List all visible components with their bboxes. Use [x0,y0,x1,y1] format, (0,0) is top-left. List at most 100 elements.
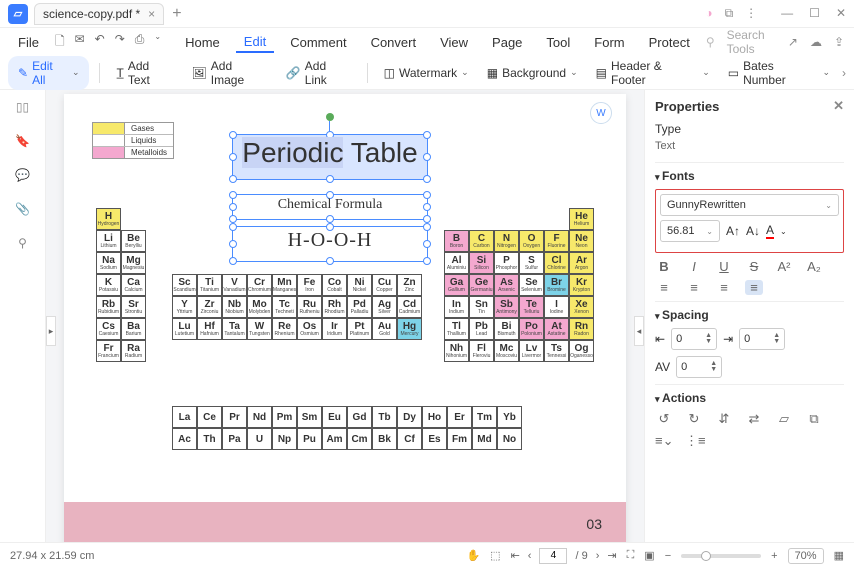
background-button[interactable]: ▦Background⌄ [481,63,584,83]
cloud-icon[interactable]: ☁ [810,35,822,49]
undo-icon[interactable]: ↶ [95,32,105,53]
resize-handle[interactable] [326,175,334,183]
zoom-slider[interactable] [681,554,761,558]
view-mode-icon[interactable]: ▦ [834,549,844,562]
maximize-icon[interactable]: ☐ [809,6,820,21]
menu-home[interactable]: Home [177,33,228,52]
menu-protect[interactable]: Protect [641,33,698,52]
add-image-button[interactable]: 🖼Add Image [186,56,274,90]
notify-icon[interactable]: ⧉ [725,6,734,21]
char-spacing-input[interactable]: 0▲▼ [676,356,722,378]
rotate-left-icon[interactable]: ↺ [655,411,673,427]
canvas[interactable]: ▸ ◂ W Gases Liquids Metalloids Periodic … [46,90,644,542]
close-tab-icon[interactable]: × [148,7,155,21]
share-icon[interactable]: ⇪ [834,35,844,49]
account-badge-icon[interactable]: ◑ [705,6,712,21]
slider-thumb[interactable] [701,551,711,561]
text-selection-subtitle[interactable]: Chemical Formula [232,194,428,220]
bold-button[interactable]: B [655,259,673,274]
shrink-font-icon[interactable]: A↓ [746,224,760,238]
crop-icon[interactable]: ▱ [775,411,793,427]
page[interactable]: W Gases Liquids Metalloids Periodic Tabl… [64,94,626,542]
rotate-handle[interactable] [326,113,334,121]
zoom-in-icon[interactable]: + [771,550,777,562]
attachment-icon[interactable]: 📎 [15,202,30,216]
flip-h-icon[interactable]: ⇄ [745,411,763,427]
edit-all-button[interactable]: ✎ Edit All ⌄ [8,56,89,90]
hand-tool-icon[interactable]: ✋ [466,549,480,562]
fonts-section[interactable]: Fonts [655,169,844,183]
new-tab-button[interactable]: + [172,5,181,23]
float-word-icon[interactable]: W [590,102,612,124]
menu-file[interactable]: File [10,33,47,52]
search-tools-input[interactable]: Search Tools [727,28,776,56]
search-panel-icon[interactable]: ⚲ [18,236,27,250]
spacing-right-input[interactable]: 0▲▼ [739,328,785,350]
menu-view[interactable]: View [432,33,476,52]
qat-chev-icon[interactable]: ⌄ [154,32,161,53]
align-left-button[interactable]: ≡ [655,280,673,295]
header-footer-button[interactable]: ▤Header & Footer⌄ [590,56,716,90]
add-link-button[interactable]: 🔗Add Link [280,56,357,90]
bates-number-button[interactable]: ▭Bates Number⌄ [722,56,836,90]
menu-comment[interactable]: Comment [282,33,354,52]
font-family-select[interactable]: GunnyRewritten⌄ [660,194,839,216]
replace-icon[interactable]: ⧉ [805,411,823,427]
mail-icon[interactable]: ✉ [75,32,85,53]
expand-left-icon[interactable]: ▸ [46,316,56,346]
last-page-icon[interactable]: ⇥ [607,549,616,562]
actions-section[interactable]: Actions [655,391,844,405]
underline-button[interactable]: U [715,259,733,274]
align-center-button[interactable]: ≡ [685,280,703,295]
resize-handle[interactable] [229,175,237,183]
redo-icon[interactable]: ↷ [115,32,125,53]
menu-edit[interactable]: Edit [236,32,274,53]
kebab-icon[interactable]: ⋮ [745,6,757,21]
font-color-icon[interactable]: A [766,223,774,239]
flip-v-icon[interactable]: ⇵ [715,411,733,427]
zoom-value[interactable]: 70% [788,548,824,564]
bookmark-icon[interactable]: 🔖 [15,134,30,148]
close-panel-icon[interactable]: ✕ [833,98,844,114]
line-spacing-icon[interactable]: ≡⌄ [655,433,673,449]
fit-page-icon[interactable]: ▣ [644,549,654,562]
align-justify-button[interactable]: ≡ [745,280,763,295]
italic-button[interactable]: I [685,259,703,274]
document-tab[interactable]: science-copy.pdf * × [34,3,164,25]
watermark-button[interactable]: ◫Watermark⌄ [378,63,475,83]
strike-button[interactable]: S [745,259,763,274]
expand-right-icon[interactable]: ◂ [634,316,644,346]
subscript-button[interactable]: A₂ [805,259,823,274]
superscript-button[interactable]: A² [775,259,793,274]
spacing-section[interactable]: Spacing [655,308,844,322]
prev-page-icon[interactable]: ‹ [528,550,532,562]
font-size-select[interactable]: 56.81⌄ [660,220,720,242]
fit-width-icon[interactable]: ⛶ [627,549,635,562]
text-selection-formula[interactable]: H-O-O-H [232,226,428,262]
minimize-icon[interactable]: — [781,6,793,21]
print-icon[interactable]: ⎙ [135,32,145,53]
open-external-icon[interactable]: ↗ [788,35,798,49]
toolbar-overflow-icon[interactable]: › [842,66,846,80]
close-window-icon[interactable]: ✕ [836,6,846,21]
page-input[interactable] [539,548,567,564]
menu-form[interactable]: Form [586,33,632,52]
add-text-button[interactable]: T̲Add Text [110,56,179,90]
select-tool-icon[interactable]: ⬚ [490,549,500,562]
rotate-right-icon[interactable]: ↻ [685,411,703,427]
menu-convert[interactable]: Convert [363,33,425,52]
next-page-icon[interactable]: › [596,550,600,562]
text-selection-title[interactable]: Periodic Table [232,134,428,180]
grow-font-icon[interactable]: A↑ [726,224,740,238]
list-icon[interactable]: ⋮≡ [685,433,703,449]
save-icon[interactable]: 🗋 [55,32,65,53]
menu-page[interactable]: Page [484,33,530,52]
align-right-button[interactable]: ≡ [715,280,733,295]
spacing-left-input[interactable]: 0▲▼ [671,328,717,350]
zoom-out-icon[interactable]: − [665,550,671,562]
comment-panel-icon[interactable]: 💬 [15,168,30,182]
resize-handle[interactable] [423,175,431,183]
menu-tool[interactable]: Tool [538,33,578,52]
thumbnails-icon[interactable]: ▯▯ [16,100,29,114]
first-page-icon[interactable]: ⇤ [511,549,520,562]
